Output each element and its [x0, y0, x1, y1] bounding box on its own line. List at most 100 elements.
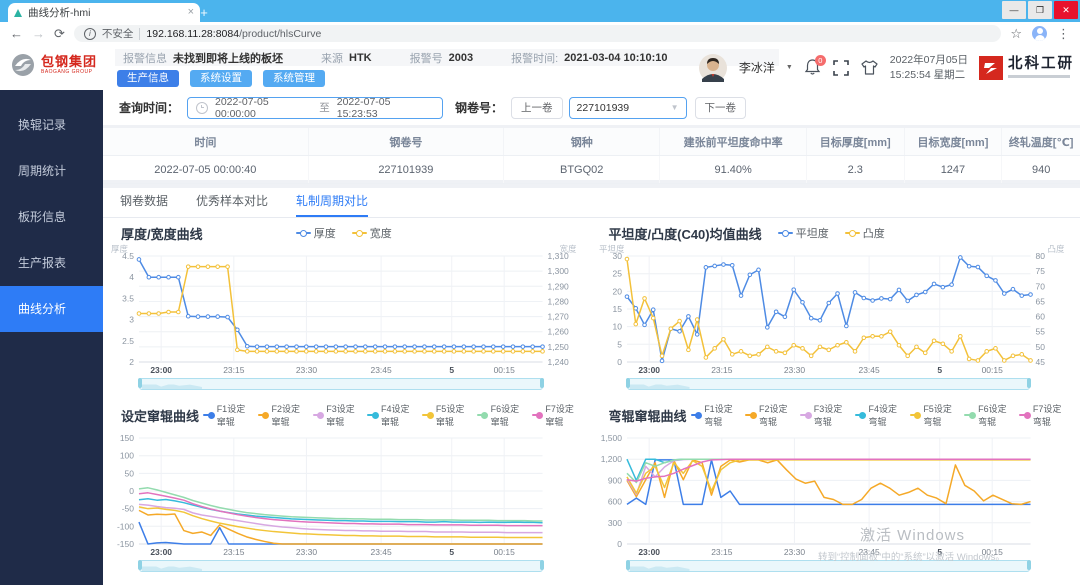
svg-text:50: 50 — [1035, 342, 1045, 352]
legend-item[interactable]: F2设定窜辊 — [257, 402, 305, 428]
svg-text:1,240: 1,240 — [548, 357, 570, 367]
new-tab-button[interactable]: + — [196, 5, 212, 21]
url-host: 192.168.11.28:8084 — [146, 27, 240, 40]
date-range-input[interactable]: 2022-07-05 00:00:00 至 2022-07-05 15:23:5… — [187, 96, 444, 120]
datazoom-preview — [629, 383, 690, 389]
main-content: 查询时间： 2022-07-05 00:00:00 至 2022-07-05 1… — [103, 90, 1080, 585]
svg-text:5: 5 — [937, 365, 942, 375]
legend-item[interactable]: 凸度 — [844, 225, 885, 241]
coil-no-select[interactable]: 227101939 ▼ — [568, 96, 687, 119]
next-coil-button[interactable]: 下一卷 — [694, 96, 747, 119]
legend-item[interactable]: 平坦度 — [777, 225, 829, 241]
system-manage-button[interactable]: 系统管理 — [263, 70, 325, 87]
date-to-value[interactable]: 2022-07-05 15:23:53 — [337, 96, 434, 120]
legend-item[interactable]: 厚度 — [295, 225, 336, 241]
datazoom-slider[interactable] — [138, 560, 543, 572]
svg-text:70: 70 — [1035, 281, 1045, 291]
reload-icon[interactable]: ⟳ — [54, 27, 65, 40]
svg-text:23:30: 23:30 — [783, 547, 805, 557]
alarm-info-value: 未找到即将上线的板坯 — [173, 52, 283, 65]
production-info-button[interactable]: 生产信息 — [117, 70, 179, 87]
legend-item[interactable]: F3设定窜辊 — [312, 402, 360, 428]
legend-item[interactable]: F7设定窜辊 — [531, 402, 579, 428]
sidebar-item-curve-analysis[interactable]: 曲线分析 — [0, 286, 103, 332]
col-target-thickness: 目标厚度[mm] — [806, 128, 905, 156]
back-icon[interactable]: ← — [10, 27, 23, 40]
sidebar-item-cycle-statistics[interactable]: 周期统计 — [0, 148, 103, 194]
window-close-button[interactable]: ✕ — [1054, 1, 1078, 19]
system-settings-button[interactable]: 系统设置 — [190, 70, 252, 87]
svg-text:00:15: 00:15 — [494, 547, 516, 557]
datazoom-slider[interactable] — [138, 378, 543, 390]
svg-text:65: 65 — [1035, 296, 1045, 306]
browser-tab[interactable]: 曲线分析-hmi × — [8, 3, 200, 22]
prev-coil-button[interactable]: 上一卷 — [511, 96, 563, 119]
datazoom-slider[interactable] — [625, 378, 1031, 390]
fullscreen-icon[interactable] — [832, 59, 849, 76]
forward-icon[interactable]: → — [32, 27, 45, 40]
svg-text:100: 100 — [120, 451, 134, 461]
series-line — [138, 509, 543, 545]
sidebar-item-profile-info[interactable]: 板形信息 — [0, 194, 103, 240]
logo-en: BAOGANG GROUP — [41, 69, 93, 75]
legend-item[interactable]: F6设定窜辊 — [476, 402, 524, 428]
alarm-source-label: 来源 — [321, 52, 343, 65]
tab-coil-data[interactable]: 钢卷数据 — [120, 188, 168, 217]
svg-text:3: 3 — [129, 315, 134, 325]
svg-text:5: 5 — [449, 365, 454, 375]
legend-item[interactable]: F3设定弯辊 — [800, 402, 847, 428]
legend-item[interactable]: F5设定弯辊 — [909, 402, 957, 428]
alarm-time-label: 报警时间: — [511, 52, 559, 65]
thickness-width-plot[interactable]: 23:00 23:15 23:30 23:45 5 00:154.543.532.521,… — [109, 244, 579, 376]
browser-profile-icon[interactable] — [1032, 26, 1047, 41]
legend-item[interactable]: F1设定窜辊 — [203, 402, 250, 428]
bookmark-star-icon[interactable]: ☆ — [1010, 27, 1022, 40]
svg-text:23:15: 23:15 — [711, 365, 733, 375]
theme-shirt-icon[interactable] — [860, 59, 879, 76]
window-minimize-button[interactable]: — — [1002, 1, 1026, 19]
date-line1: 2022年07月05日 — [889, 54, 968, 67]
svg-text:23:45: 23:45 — [370, 365, 392, 375]
svg-text:-150: -150 — [117, 539, 134, 549]
favicon-icon — [14, 8, 22, 17]
address-bar[interactable]: i 不安全 192.168.11.28:8084/product/hlsCurv… — [73, 25, 1002, 42]
legend-item[interactable]: F6设定弯辊 — [964, 402, 1011, 428]
window-maximize-button[interactable]: ❐ — [1028, 1, 1052, 19]
legend-item[interactable]: F4设定弯辊 — [854, 402, 902, 428]
date-from-value[interactable]: 2022-07-05 00:00:00 — [215, 96, 312, 120]
svg-text:1,270: 1,270 — [548, 312, 570, 322]
svg-text:3.5: 3.5 — [122, 293, 134, 303]
roll-bending-plot[interactable]: 23:00 23:15 23:30 23:45 5 00:151,5001,2009006… — [597, 426, 1067, 558]
set-roll-shifting-plot[interactable]: 23:00 23:15 23:30 23:45 5 00:15 150 100 50 0 -50 -1… — [109, 426, 579, 558]
svg-text:-50: -50 — [122, 504, 135, 514]
sidebar-item-production-report[interactable]: 生产报表 — [0, 240, 103, 286]
date-range-separator: 至 — [319, 102, 330, 114]
svg-text:1,250: 1,250 — [548, 342, 570, 352]
screen: 曲线分析-hmi × + — ❐ ✕ ← → ⟳ i 不安全 192.168.1… — [0, 0, 1080, 585]
tabs-bar: 钢卷数据 优秀样本对比 轧制周期对比 — [103, 188, 1080, 218]
svg-text:60: 60 — [1035, 312, 1045, 322]
sidebar-item-roll-change-record[interactable]: 换辊记录 — [0, 102, 103, 148]
table-row[interactable]: 2022-07-05 00:00:40 227101939 BTGQ02 91.… — [103, 155, 1080, 184]
legend-item[interactable]: F5设定窜辊 — [422, 402, 469, 428]
avatar[interactable] — [698, 53, 728, 83]
legend-item[interactable]: F1设定弯辊 — [690, 402, 738, 428]
site-info-icon[interactable]: i — [83, 27, 96, 40]
user-caret-icon[interactable]: ▼ — [786, 64, 793, 71]
legend-item[interactable]: F7设定弯辊 — [1019, 402, 1066, 428]
tab-excellent-sample-compare[interactable]: 优秀样本对比 — [196, 188, 268, 217]
browser-menu-icon[interactable]: ⋮ — [1057, 27, 1070, 40]
user-name[interactable]: 李冰洋 — [739, 59, 775, 76]
cell-steel-grade: BTGQ02 — [503, 155, 661, 184]
col-target-width: 目标宽度[mm] — [904, 128, 1003, 156]
svg-text:00:15: 00:15 — [981, 365, 1003, 375]
legend-item[interactable]: F4设定窜辊 — [367, 402, 414, 428]
flatness-crown-plot[interactable]: 23:00 23:15 23:30 23:45 5 00:1530252015105080… — [597, 244, 1067, 376]
legend-item[interactable]: 宽度 — [351, 225, 392, 241]
divider — [139, 27, 141, 40]
tab-rolling-cycle-compare[interactable]: 轧制周期对比 — [296, 188, 369, 217]
tab-close-icon[interactable]: × — [188, 7, 194, 18]
datazoom-preview — [142, 565, 202, 571]
legend-item[interactable]: F2设定弯辊 — [745, 402, 792, 428]
notification-bell[interactable]: 0 — [804, 54, 826, 78]
